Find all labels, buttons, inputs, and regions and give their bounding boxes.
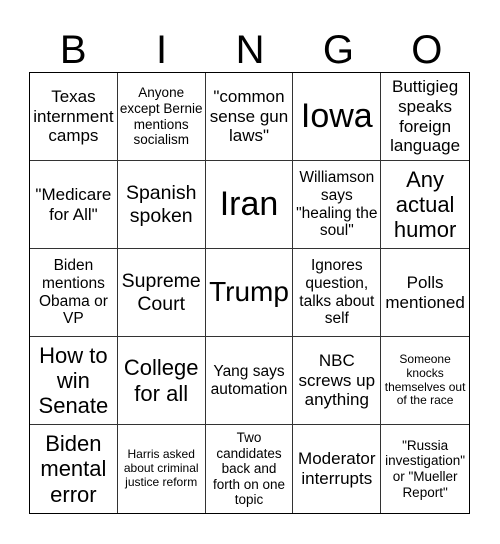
bingo-cell-i2[interactable]: Spanish spoken <box>117 161 206 249</box>
bingo-cell-o1[interactable]: Buttigieg speaks foreign language <box>381 73 469 161</box>
bingo-cell-i3[interactable]: Supreme Court <box>117 249 206 337</box>
bingo-card: Texas internment camps Anyone except Ber… <box>29 72 470 514</box>
bingo-cell-g3[interactable]: Ignores question, talks about self <box>293 249 382 337</box>
bingo-cell-g5[interactable]: Moderator interrupts <box>293 425 382 513</box>
bingo-cell-b4[interactable]: How to win Senate <box>30 337 118 425</box>
header-letter-g: G <box>322 28 354 72</box>
bingo-cell-g1[interactable]: Iowa <box>293 73 382 161</box>
header-letter-o: O <box>411 28 443 72</box>
bingo-cell-n3[interactable]: Trump <box>205 249 294 337</box>
bingo-cell-b1[interactable]: Texas internment camps <box>30 73 118 161</box>
bingo-cell-g4[interactable]: NBC screws up anything <box>293 337 382 425</box>
bingo-cell-g2[interactable]: Williamson says "healing the soul" <box>293 161 382 249</box>
bingo-cell-i5[interactable]: Harris asked about criminal justice refo… <box>118 425 206 513</box>
header-letter-n: N <box>235 28 265 72</box>
bingo-header: B I N G O <box>29 28 471 72</box>
bingo-cell-o5[interactable]: "Russia investigation" or "Mueller Repor… <box>381 425 469 513</box>
bingo-cell-o4[interactable]: Someone knocks themselves out of the rac… <box>381 337 469 425</box>
bingo-cell-b3[interactable]: Biden mentions Obama or VP <box>30 249 118 337</box>
bingo-cell-n2[interactable]: Iran <box>205 161 294 249</box>
header-letter-i: I <box>156 28 168 72</box>
bingo-cell-o2[interactable]: Any actual humor <box>381 161 469 249</box>
bingo-cell-n5[interactable]: Two candidates back and forth on one top… <box>206 425 294 513</box>
bingo-cell-n1[interactable]: "common sense gun laws" <box>205 73 294 161</box>
bingo-cell-n4[interactable]: Yang says automation <box>205 337 294 425</box>
bingo-cell-b5[interactable]: Biden mental error <box>30 425 118 513</box>
bingo-cell-o3[interactable]: Polls mentioned <box>381 249 469 337</box>
bingo-cell-i1[interactable]: Anyone except Bernie mentions socialism <box>117 73 206 161</box>
bingo-cell-b2[interactable]: "Medicare for All" <box>30 161 118 249</box>
header-letter-b: B <box>59 28 87 72</box>
bingo-cell-i4[interactable]: College for all <box>117 337 206 425</box>
